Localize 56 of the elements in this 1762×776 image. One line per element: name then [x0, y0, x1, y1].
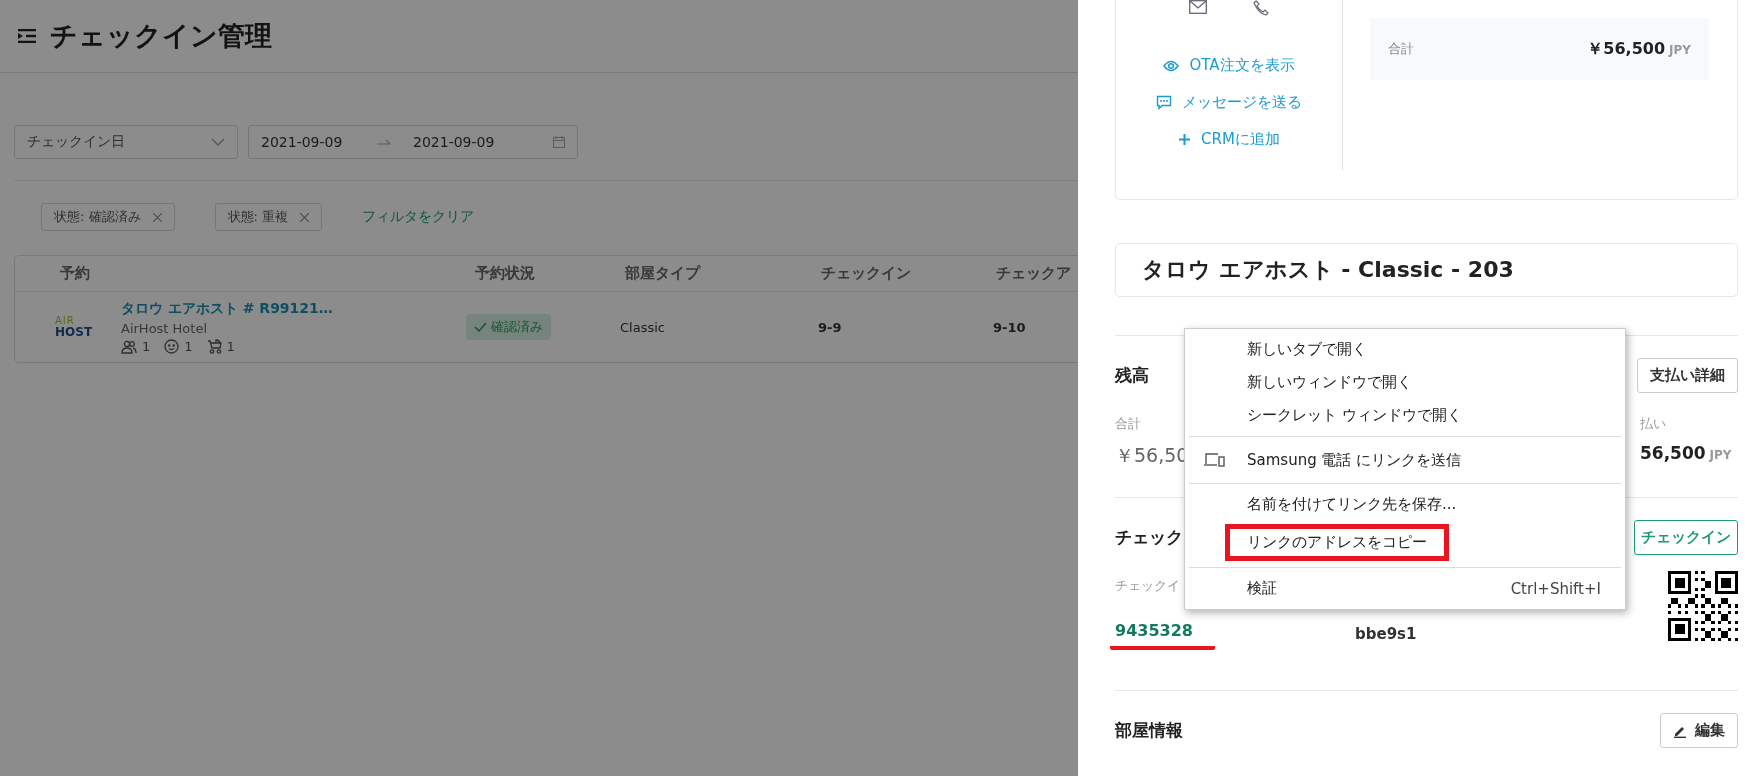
column-header: 部屋タイプ — [624, 264, 702, 283]
column-header: 予約状況 — [474, 264, 536, 283]
paid-label: 払い — [1640, 415, 1666, 433]
menu-item[interactable]: 名前を付けてリンク先を保存... — [1185, 488, 1625, 521]
edit-button[interactable]: 編集 — [1660, 713, 1738, 748]
filter-chip: 状態: 確認済み — [41, 203, 175, 231]
total-label: 合計 — [1115, 415, 1142, 433]
section-title: 部屋情報 — [1115, 719, 1183, 742]
menu-fold-icon[interactable] — [18, 29, 36, 43]
menu-item[interactable]: Samsung 電話 にリンクを送信 — [1185, 441, 1625, 479]
guest-count: 1 — [142, 339, 151, 354]
people-icon — [121, 339, 137, 354]
section-title: 残高 — [1115, 364, 1149, 387]
hotel-logo: AIR HOST — [55, 316, 93, 338]
close-icon[interactable] — [300, 212, 310, 222]
chat-icon — [1156, 95, 1172, 110]
menu-item[interactable]: シークレット ウィンドウで開く — [1185, 399, 1625, 432]
property-name: AirHost Hotel — [121, 321, 209, 336]
page-title: チェックイン管理 — [50, 19, 272, 53]
plus-icon — [1178, 133, 1192, 146]
checkin-button[interactable]: チェックイン — [1634, 520, 1738, 555]
status-tag: 確認済み — [466, 314, 551, 340]
table-cell-text: 9-10 — [992, 319, 1027, 335]
total-amount: ￥56,500 JPY — [1587, 38, 1691, 60]
close-icon[interactable] — [152, 212, 162, 222]
column-header: チェックイン — [820, 264, 912, 283]
column-header: 予約 — [59, 264, 91, 283]
table-cell-text: 9-9 — [817, 319, 843, 335]
guest-count: 1 — [226, 339, 235, 354]
chevron-down-icon — [211, 138, 225, 146]
total-label: 合計 — [1388, 40, 1414, 58]
table-cell-text: Classic — [619, 319, 666, 335]
mail-icon[interactable] — [1189, 0, 1207, 14]
menu-item[interactable]: 新しいタブで開く — [1185, 333, 1625, 366]
checkin-value: bbe9s1 — [1355, 625, 1417, 643]
date-type-select[interactable]: チェックイン日 — [14, 125, 238, 159]
check-icon — [474, 322, 487, 332]
section-title: チェック — [1115, 526, 1183, 549]
face-icon — [164, 339, 180, 354]
menu-item[interactable]: 検証 Ctrl+Shift+I — [1185, 572, 1625, 605]
menu-item[interactable]: 新しいウィンドウで開く — [1185, 366, 1625, 399]
calendar-icon — [553, 136, 565, 148]
room-title: タロウ エアホスト - Classic - 203 — [1115, 243, 1738, 297]
devices-icon — [1203, 452, 1225, 468]
payment-details-button[interactable]: 支払い詳細 — [1637, 358, 1738, 393]
date-range-field[interactable]: 2021-09-09 2021-09-09 — [248, 125, 578, 159]
checkin-code: 9435328 — [1110, 621, 1215, 650]
phone-icon[interactable] — [1253, 0, 1269, 16]
paid-amount: 56,500 JPY — [1640, 443, 1732, 463]
eye-icon — [1163, 59, 1180, 72]
guest-count: 1 — [184, 339, 193, 354]
menu-item[interactable]: リンクのアドレスをコピー — [1185, 521, 1625, 563]
column-header: チェックア — [995, 264, 1072, 283]
checkin-code-label: チェックイ — [1115, 577, 1180, 595]
filter-chip: 状態: 重複 — [214, 203, 323, 231]
qr-code — [1668, 571, 1738, 641]
